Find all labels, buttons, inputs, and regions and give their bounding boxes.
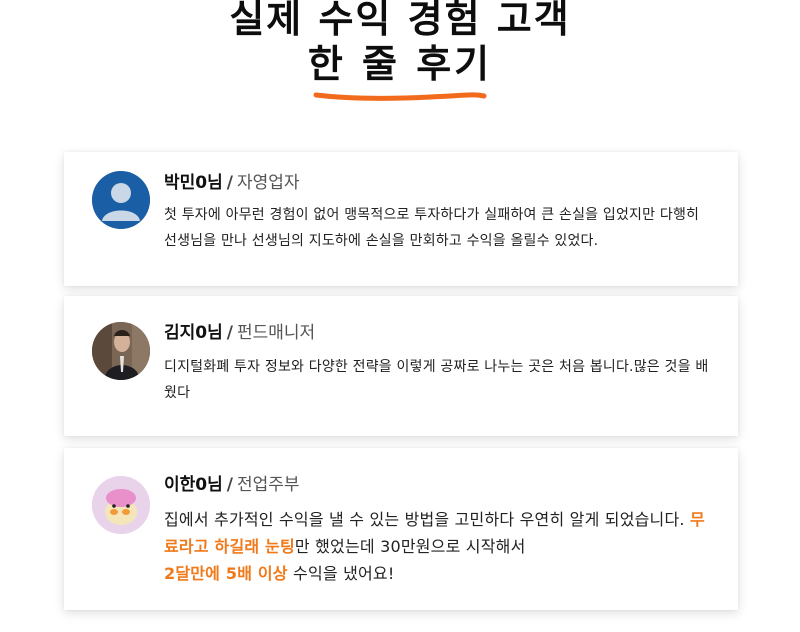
- page-subtitle: 한 줄 후기: [307, 42, 493, 86]
- reviewer-role: 전업주부: [236, 475, 300, 495]
- review-card: 이한0님 / 전업주부 집에서 추가적인 수익을 낼 수 있는 방법을 고민하다 우…: [64, 448, 738, 610]
- reviewer-name: 박민0님: [164, 173, 223, 193]
- review-card: 김지0님 / 펀드매니저 디지털화폐 투자 정보와 다양한 전략을 이렇게 공짜로 …: [64, 296, 738, 436]
- review-text: 집에서 추가적인 수익을 낼 수 있는 방법을 고민하다 우연히 알게 되었습니…: [164, 510, 705, 583]
- man-in-suit-photo: [92, 322, 150, 380]
- reviewer-name: 이한0님: [164, 475, 223, 495]
- reviewer-role: 자영업자: [236, 173, 300, 193]
- reviewer-role: 펀드매니저: [236, 323, 316, 343]
- highlight-text: 2달만에 5배 이상: [164, 564, 288, 583]
- duck-toy-photo: [92, 476, 150, 534]
- brush-underline-icon: [313, 92, 487, 101]
- page-header: 실제 수익 경험 고객 한 줄 후기: [0, 0, 800, 87]
- reviewer-line: 박민0님 / 자영업자: [164, 173, 300, 193]
- reviewer-line: 이한0님 / 전업주부: [164, 475, 300, 495]
- default-user-icon: [92, 171, 150, 229]
- reviewer-line: 김지0님 / 펀드매니저: [164, 323, 316, 343]
- reviewer-name: 김지0님: [164, 323, 223, 343]
- review-text: 첫 투자에 아무런 경험이 없어 맹목적으로 투자하다가 실패하여 큰 손실을 …: [164, 207, 700, 249]
- page-title: 실제 수익 경험 고객: [229, 0, 571, 41]
- review-card: 박민0님 / 자영업자 첫 투자에 아무런 경험이 없어 맹목적으로 투자하다가 실…: [64, 152, 738, 286]
- review-text: 디지털화폐 투자 정보와 다양한 전략을 이렇게 공짜로 나누는 곳은 처음 봅…: [164, 359, 709, 401]
